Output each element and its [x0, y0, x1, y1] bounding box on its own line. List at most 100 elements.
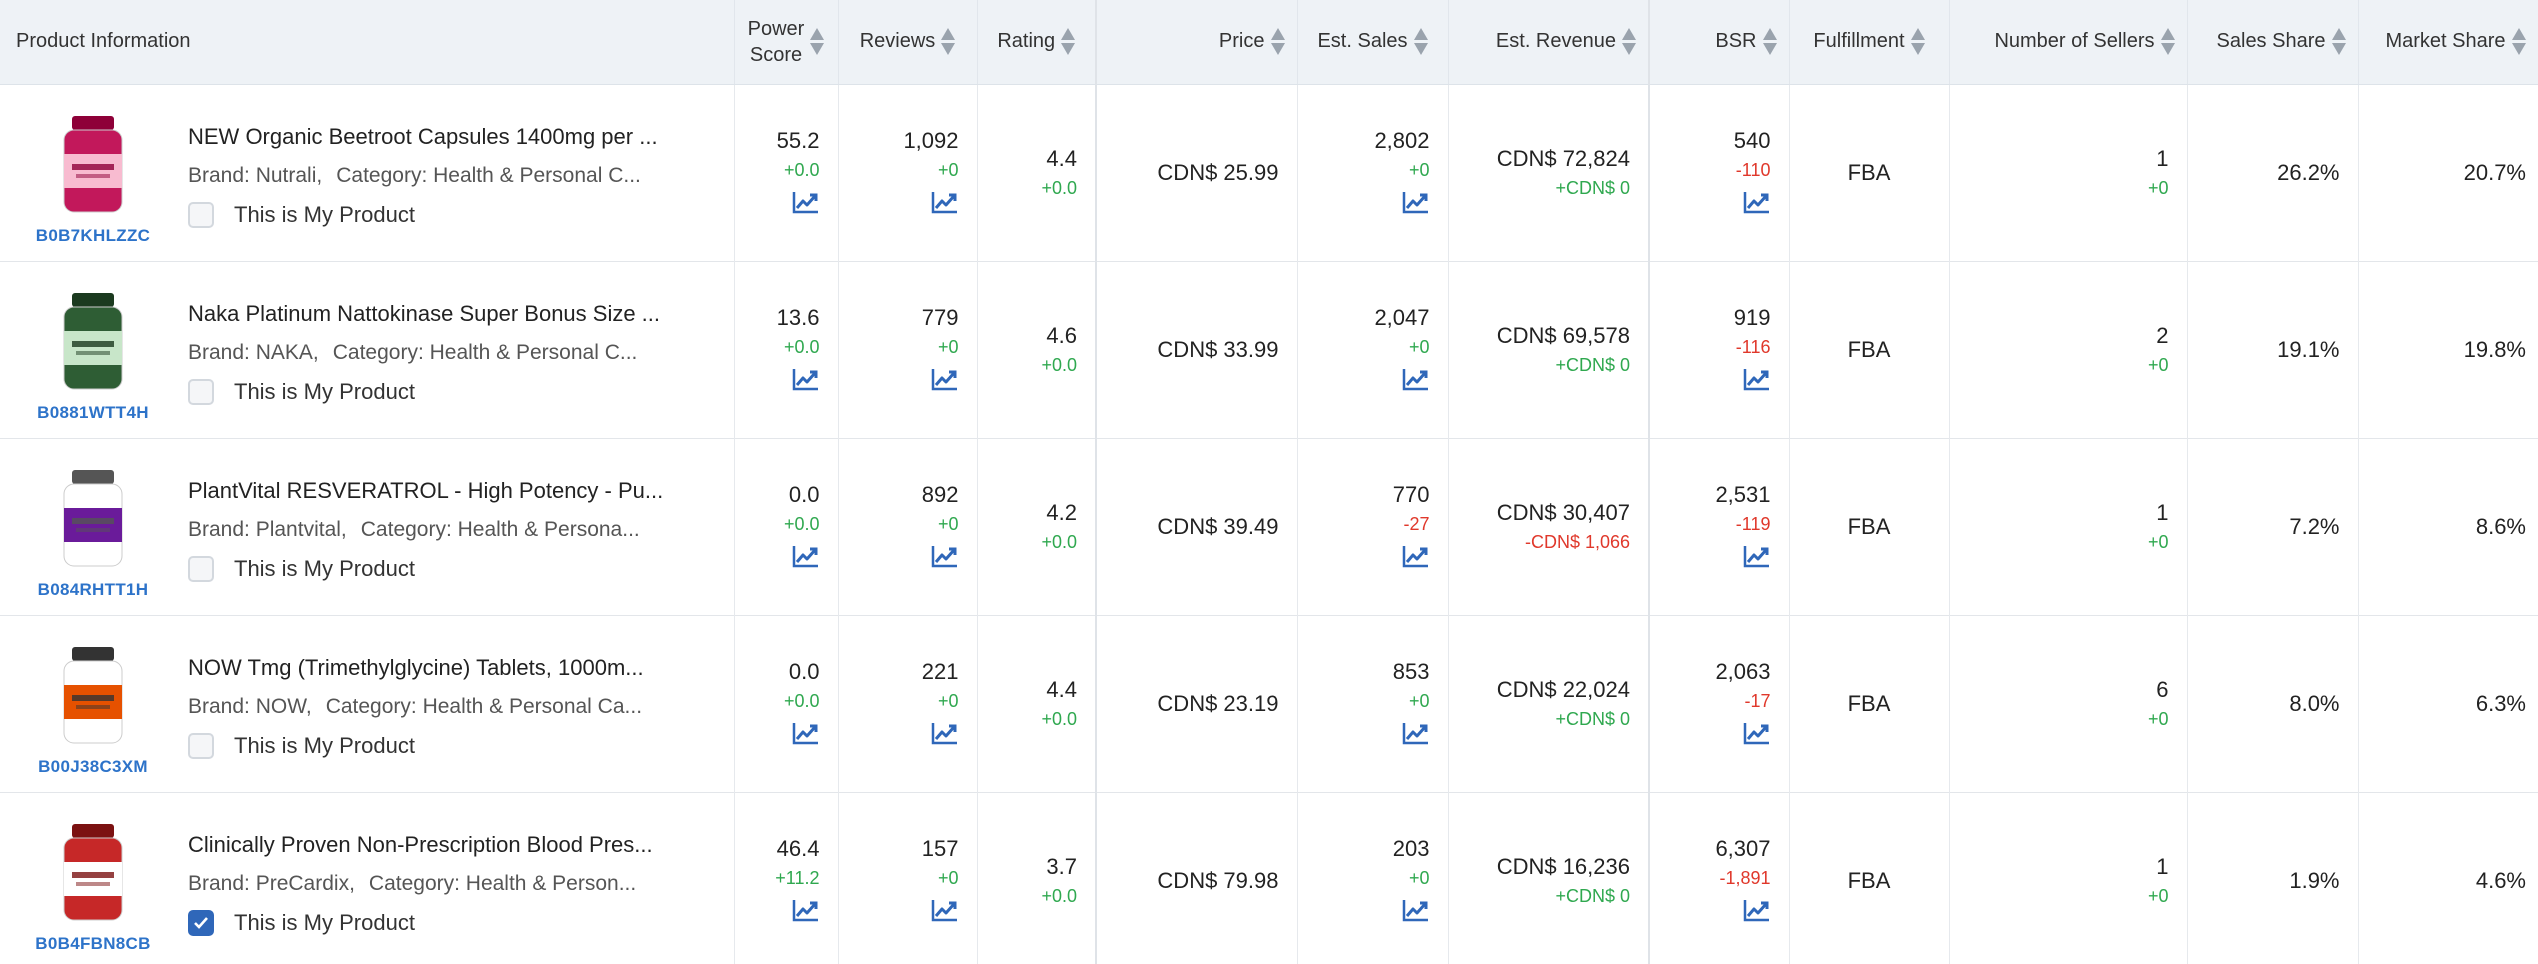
- est-sales-delta: +0: [1408, 159, 1430, 180]
- power-score-delta: +0.0: [783, 159, 820, 180]
- my-product-toggle[interactable]: This is My Product: [188, 555, 688, 582]
- est-sales-cell: 2,047 +0: [1297, 261, 1449, 438]
- trend-chart-icon[interactable]: [931, 898, 959, 928]
- trend-chart-icon[interactable]: [792, 544, 820, 574]
- sort-arrows-icon[interactable]: [1762, 28, 1777, 56]
- header-product-information: Product Information: [0, 0, 735, 85]
- trend-chart-icon[interactable]: [1743, 898, 1771, 928]
- reviews-value: 1,092: [903, 127, 959, 153]
- header-market-share[interactable]: Market Share: [2358, 0, 2538, 85]
- header-reviews[interactable]: Reviews: [838, 0, 978, 85]
- product-title[interactable]: Clinically Proven Non-Prescription Blood…: [188, 832, 688, 858]
- checkbox-icon[interactable]: [188, 201, 214, 228]
- num-sellers-delta: +0: [2147, 177, 2169, 198]
- trend-chart-icon[interactable]: [931, 190, 959, 220]
- header-price[interactable]: Price: [1096, 0, 1298, 85]
- fulfillment-value: FBA: [1847, 690, 1891, 716]
- trend-chart-icon[interactable]: [1743, 367, 1771, 397]
- trend-chart-icon[interactable]: [1402, 544, 1430, 574]
- trend-chart-icon[interactable]: [792, 721, 820, 751]
- product-title[interactable]: NOW Tmg (Trimethylglycine) Tablets, 1000…: [188, 655, 688, 681]
- sort-arrows-icon[interactable]: [810, 28, 825, 56]
- my-product-toggle[interactable]: This is My Product: [188, 201, 688, 228]
- price-value: CDN$ 25.99: [1157, 159, 1279, 185]
- sales-share-cell: 8.0%: [2187, 615, 2359, 792]
- asin-link[interactable]: B0B4FBN8CB: [35, 934, 150, 954]
- header-fulfillment[interactable]: Fulfillment: [1789, 0, 1950, 85]
- trend-chart-icon[interactable]: [931, 721, 959, 751]
- fulfillment-value: FBA: [1847, 867, 1891, 893]
- power-score-delta: +0.0: [783, 690, 820, 711]
- market-share-cell: 8.6%: [2358, 438, 2538, 615]
- sort-arrows-icon[interactable]: [1413, 28, 1428, 56]
- product-title[interactable]: PlantVital RESVERATROL - High Potency - …: [188, 478, 688, 504]
- checkbox-icon[interactable]: [188, 732, 214, 759]
- my-product-label: This is My Product: [234, 732, 415, 758]
- bsr-delta: -1,891: [1719, 867, 1771, 888]
- product-meta: Brand: Plantvital, Category: Health & Per…: [188, 518, 688, 542]
- checkbox-icon[interactable]: [188, 378, 214, 405]
- sales-share-value: 8.0%: [2289, 690, 2340, 716]
- table-row: B0B7KHLZZC NEW Organic Beetroot Capsules…: [0, 84, 2538, 261]
- sales-share-cell: 19.1%: [2187, 261, 2359, 438]
- sort-arrows-icon[interactable]: [1270, 28, 1285, 56]
- trend-chart-icon[interactable]: [792, 367, 820, 397]
- product-image[interactable]: [38, 464, 148, 572]
- est-sales-value: 853: [1392, 658, 1430, 684]
- header-est-revenue[interactable]: Est. Revenue: [1448, 0, 1650, 85]
- product-image[interactable]: [38, 641, 148, 749]
- header-sales-share-label: Sales Share: [2216, 30, 2326, 53]
- reviews-delta: +0: [937, 513, 959, 534]
- product-title[interactable]: NEW Organic Beetroot Capsules 1400mg per…: [188, 124, 688, 150]
- trend-chart-icon[interactable]: [792, 898, 820, 928]
- asin-link[interactable]: B0881WTT4H: [37, 403, 149, 423]
- bsr-delta: -119: [1735, 513, 1771, 534]
- my-product-toggle[interactable]: This is My Product: [188, 909, 688, 936]
- trend-chart-icon[interactable]: [1402, 190, 1430, 220]
- est-revenue-value: CDN$ 69,578: [1496, 322, 1630, 348]
- bsr-delta: -110: [1735, 159, 1771, 180]
- trend-chart-icon[interactable]: [1743, 544, 1771, 574]
- asin-link[interactable]: B084RHTT1H: [38, 580, 149, 600]
- sort-arrows-icon[interactable]: [2511, 28, 2526, 56]
- product-image[interactable]: [38, 287, 148, 395]
- trend-chart-icon[interactable]: [1402, 721, 1430, 751]
- header-bsr[interactable]: BSR: [1649, 0, 1790, 85]
- header-power-score[interactable]: Power Score: [734, 0, 839, 85]
- sort-arrows-icon[interactable]: [1622, 28, 1636, 56]
- est-revenue-cell: CDN$ 22,024 +CDN$ 0: [1448, 615, 1650, 792]
- header-est-sales[interactable]: Est. Sales: [1297, 0, 1449, 85]
- product-image[interactable]: [38, 110, 148, 218]
- product-image[interactable]: [38, 818, 148, 926]
- sort-arrows-icon[interactable]: [2331, 28, 2346, 56]
- my-product-toggle[interactable]: This is My Product: [188, 378, 688, 405]
- sort-arrows-icon[interactable]: [941, 28, 956, 56]
- my-product-toggle[interactable]: This is My Product: [188, 732, 688, 759]
- trend-chart-icon[interactable]: [1743, 721, 1771, 751]
- header-sales-share[interactable]: Sales Share: [2187, 0, 2359, 85]
- sort-arrows-icon[interactable]: [1061, 28, 1076, 56]
- sort-arrows-icon[interactable]: [1910, 28, 1925, 56]
- header-price-label: Price: [1218, 30, 1265, 53]
- rating-cell: 3.7 +0.0: [977, 792, 1097, 964]
- trend-chart-icon[interactable]: [931, 544, 959, 574]
- header-rating[interactable]: Rating: [977, 0, 1097, 85]
- product-meta: Brand: PreCardix, Category: Health & Pers…: [188, 872, 688, 896]
- trend-chart-icon[interactable]: [1402, 898, 1430, 928]
- sort-arrows-icon[interactable]: [2160, 28, 2175, 56]
- trend-chart-icon[interactable]: [931, 367, 959, 397]
- trend-chart-icon[interactable]: [792, 190, 820, 220]
- est-sales-delta: +0: [1408, 690, 1430, 711]
- product-category: Category: Health & Persona...: [360, 517, 640, 541]
- asin-link[interactable]: B00J38C3XM: [38, 757, 148, 777]
- checkbox-icon[interactable]: [188, 909, 214, 936]
- product-table: Product Information Power Score Reviews R…: [0, 0, 2538, 964]
- product-title[interactable]: Naka Platinum Nattokinase Super Bonus Si…: [188, 301, 688, 327]
- trend-chart-icon[interactable]: [1743, 190, 1771, 220]
- est-revenue-delta: +CDN$ 0: [1555, 708, 1630, 729]
- power-score-value: 46.4: [776, 835, 820, 861]
- checkbox-icon[interactable]: [188, 555, 214, 582]
- asin-link[interactable]: B0B7KHLZZC: [36, 226, 150, 246]
- header-number-of-sellers[interactable]: Number of Sellers: [1949, 0, 2188, 85]
- trend-chart-icon[interactable]: [1402, 367, 1430, 397]
